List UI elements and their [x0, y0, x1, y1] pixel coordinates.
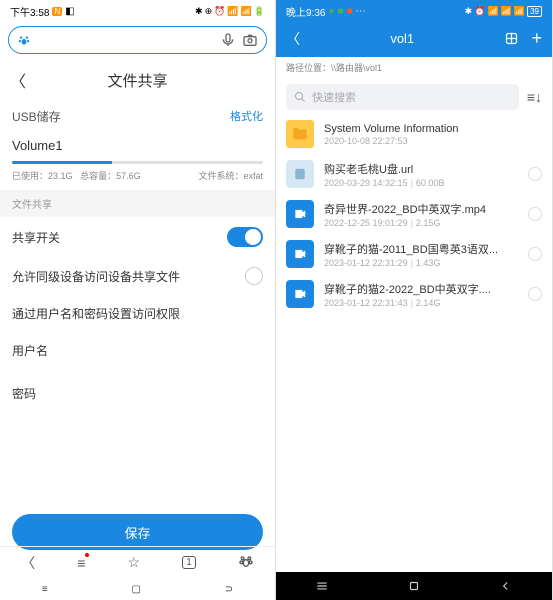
file-item[interactable]: System Volume Information2020-10-08 22:2… [276, 114, 552, 154]
file-name: 购买老毛桃U盘.url [324, 161, 518, 177]
file-select-radio[interactable] [528, 247, 542, 261]
page-title: 文件共享 [0, 70, 275, 91]
status-time: 下午3:58 [10, 4, 49, 19]
auth-row: 通过用户名和密码设置访问权限 [0, 295, 275, 332]
app-header: 〈 vol1 + [276, 22, 552, 57]
phone-right: 晚上9:36 ● ■ ■ ⋯ ✱ ⏰ 📶 📶 📶 39 〈 vol1 + [276, 0, 553, 600]
file-meta: 2020-10-08 22:27:53 [324, 136, 542, 146]
paw-icon [17, 33, 31, 47]
battery-icon: 🔋 [254, 6, 265, 17]
file-list: System Volume Information2020-10-08 22:2… [276, 114, 552, 600]
share-toggle-row: 共享开关 [0, 217, 275, 257]
signal-icon: 📶 [501, 6, 512, 17]
transfer-icon[interactable] [504, 31, 519, 46]
file-item[interactable]: 穿靴子的猫2-2022_BD中英双字....2023-01-12 22:31:4… [276, 274, 552, 314]
path-row: 路径位置：\\路由器\vol1 [276, 57, 552, 80]
search-placeholder: 快速搜索 [312, 89, 356, 105]
add-button[interactable]: + [531, 28, 542, 49]
file-name: 穿靴子的猫2-2022_BD中英双字.... [324, 281, 518, 297]
url-icon [286, 160, 314, 188]
password-label: 密码 [0, 375, 275, 418]
status-dot: ■ [347, 6, 353, 17]
status-icon: ◧ [65, 6, 74, 17]
browser-nav: 〈 ≡ ☆ 1 [0, 546, 275, 578]
nav-home[interactable] [238, 553, 254, 572]
file-name: System Volume Information [324, 123, 542, 135]
file-select-radio[interactable] [528, 207, 542, 221]
signal-icon: 📶 [487, 6, 498, 17]
usb-label: USB储存 [12, 108, 61, 125]
sys-home[interactable] [407, 579, 421, 593]
status-time: 晚上9:36 [286, 4, 325, 19]
sys-menu[interactable] [315, 579, 329, 593]
video-icon [286, 200, 314, 228]
search-input[interactable]: 快速搜索 [286, 84, 519, 110]
folder-title: vol1 [390, 31, 414, 46]
status-dot: ● [328, 6, 334, 17]
allow-peer-label: 允许同级设备访问设备共享文件 [12, 268, 180, 285]
file-select-radio[interactable] [528, 167, 542, 181]
status-bar: 下午3:58 N ◧ ✱ ⊕ ⏰ 📶 📶 🔋 [0, 0, 275, 22]
status-dot: ■ [338, 6, 344, 17]
status-icon: N [52, 7, 62, 16]
format-button[interactable]: 格式化 [230, 108, 263, 125]
alarm-icon: ⏰ [474, 6, 485, 17]
file-meta: 2023-01-12 22:31:43|2.14G [324, 298, 518, 308]
alarm-icon: ⏰ [214, 6, 225, 17]
save-button[interactable]: 保存 [12, 514, 263, 550]
share-toggle[interactable] [227, 227, 263, 247]
folder-icon [286, 120, 314, 148]
title-bar: 〈 文件共享 [0, 58, 275, 100]
signal-icon: 📶 [227, 6, 238, 17]
status-bar: 晚上9:36 ● ■ ■ ⋯ ✱ ⏰ 📶 📶 📶 39 [276, 0, 552, 22]
battery-icon: 39 [527, 6, 542, 17]
wifi-icon: 📶 [514, 6, 525, 17]
search-icon [294, 91, 306, 103]
auth-label: 通过用户名和密码设置访问权限 [12, 305, 180, 322]
mic-icon[interactable] [220, 32, 236, 48]
sys-back[interactable] [499, 579, 513, 593]
video-icon [286, 240, 314, 268]
file-item[interactable]: 奇异世界-2022_BD中英双字.mp42022-12-25 19:01:29|… [276, 194, 552, 234]
storage-info: 已使用：23.1G 总容量：57.6G 文件系统：exfat [0, 164, 275, 190]
phone-left: 下午3:58 N ◧ ✱ ⊕ ⏰ 📶 📶 🔋 〈 文件共享 USB储存 格式化 … [0, 0, 276, 600]
file-item[interactable]: 购买老毛桃U盘.url2020-03-29 14:32:15|60.00B [276, 154, 552, 194]
usb-section: USB储存 格式化 [0, 100, 275, 133]
file-meta: 2023-01-12 22:31:29|1.43G [324, 258, 518, 268]
file-name: 穿靴子的猫-2011_BD国粤英3语双... [324, 241, 518, 257]
nfc-icon: ⊕ [205, 6, 213, 17]
bluetooth-icon: ✱ [465, 6, 473, 17]
system-nav [276, 572, 552, 600]
nav-back[interactable]: 〈 [21, 553, 35, 573]
file-select-radio[interactable] [528, 287, 542, 301]
share-section-header: 文件共享 [0, 190, 275, 217]
status-more: ⋯ [356, 6, 366, 17]
allow-peer-row: 允许同级设备访问设备共享文件 [0, 257, 275, 295]
allow-peer-radio[interactable] [245, 267, 263, 285]
browser-search-bar[interactable] [8, 26, 267, 54]
system-nav: ≡ ▢ ⊃ [0, 578, 275, 600]
file-item[interactable]: 穿靴子的猫-2011_BD国粤英3语双...2023-01-12 22:31:2… [276, 234, 552, 274]
volume-name: Volume1 [0, 133, 275, 157]
nav-tabs[interactable]: 1 [182, 556, 196, 569]
username-label: 用户名 [0, 332, 275, 375]
camera-icon[interactable] [242, 32, 258, 48]
search-row: 快速搜索 ≡↓ [276, 80, 552, 114]
sys-back[interactable]: ⊃ [225, 584, 233, 595]
file-meta: 2020-03-29 14:32:15|60.00B [324, 178, 518, 188]
bluetooth-icon: ✱ [195, 6, 203, 17]
nav-menu[interactable]: ≡ [77, 555, 85, 571]
back-button[interactable]: 〈 [286, 29, 300, 49]
sort-button[interactable]: ≡↓ [527, 89, 542, 105]
video-icon [286, 280, 314, 308]
share-toggle-label: 共享开关 [12, 229, 60, 246]
sys-home[interactable]: ▢ [131, 584, 140, 595]
file-meta: 2022-12-25 19:01:29|2.15G [324, 218, 518, 228]
nav-bookmark[interactable]: ☆ [128, 554, 141, 571]
wifi-icon: 📶 [241, 6, 252, 17]
sys-menu[interactable]: ≡ [42, 584, 48, 595]
file-name: 奇异世界-2022_BD中英双字.mp4 [324, 201, 518, 217]
